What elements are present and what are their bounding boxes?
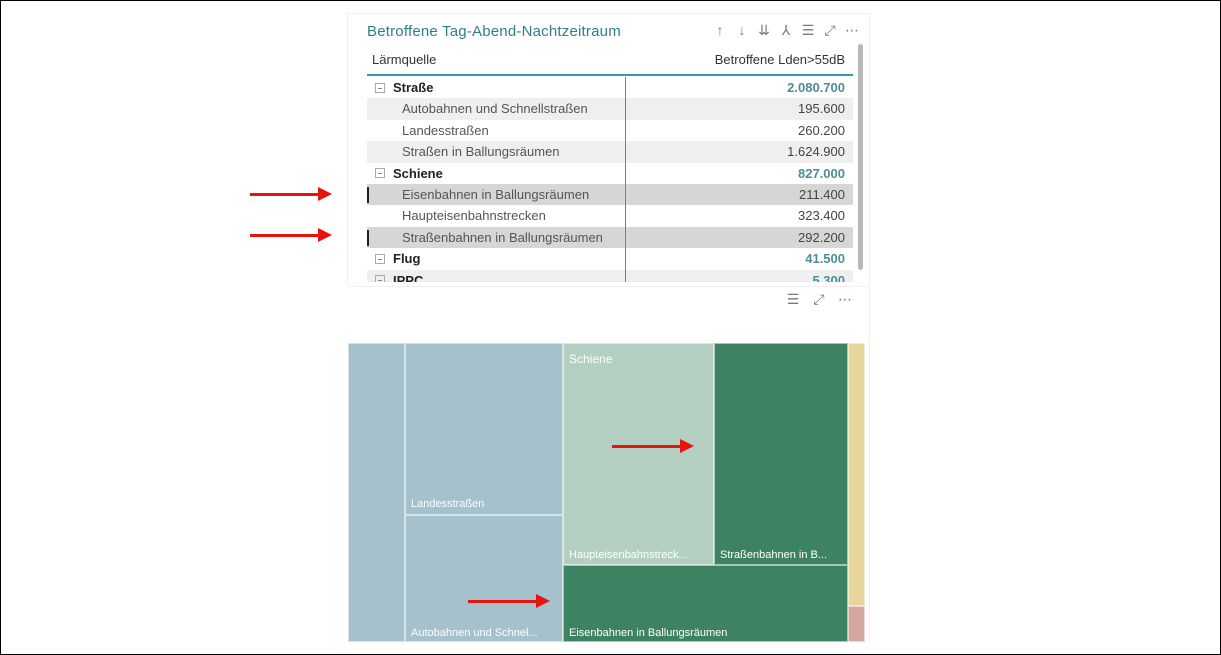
tile-label: Autobahnen und Schnel... (411, 627, 538, 639)
row-label: Schiene (393, 165, 443, 181)
more-options-icon[interactable]: ⋯ (832, 291, 858, 308)
tile-label: Straßenbahnen in B... (720, 549, 828, 561)
collapse-icon[interactable] (375, 82, 385, 93)
matrix-row-schiene[interactable]: Schiene 827.000 (367, 163, 853, 184)
matrix-row-flug[interactable]: Flug 41.500 (367, 248, 853, 269)
annotation-arrow (250, 228, 332, 242)
matrix-row-eisenbahnen-ballungsraeume[interactable]: Eisenbahnen in Ballungsräumen 211.400 (367, 183, 853, 206)
double-arrow-down-icon[interactable]: ⇊ (753, 22, 775, 39)
filter-icon[interactable]: ☰ (780, 291, 806, 308)
selection-indicator (367, 229, 369, 246)
treemap-visual[interactable]: Landesstraßen Autobahnen und Schnel... S… (348, 343, 869, 642)
row-label: IPPC (393, 272, 424, 282)
focus-mode-icon[interactable]: ⤢ (819, 22, 841, 39)
matrix-title: Betroffene Tag-Abend-Nachtzeitraum (367, 23, 621, 40)
treemap-tile-ippc[interactable] (848, 606, 865, 642)
row-value: 195.600 (798, 101, 845, 117)
column-divider[interactable] (625, 77, 626, 282)
row-value: 292.200 (798, 229, 845, 245)
row-label: Haupteisenbahnstrecken (402, 208, 546, 224)
treemap-tile-eisenbahnen[interactable]: Eisenbahnen in Ballungsräumen (563, 565, 848, 642)
annotation-arrow (612, 439, 694, 453)
expand-icon[interactable] (375, 253, 385, 264)
tile-label: Eisenbahnen in Ballungsräumen (569, 627, 728, 639)
matrix-body: Straße 2.080.700 Autobahnen und Schnells… (367, 77, 853, 282)
row-value: 323.400 (798, 208, 845, 224)
treemap-tile-landesstrassen[interactable]: Landesstraßen (405, 343, 563, 515)
tile-group-label-schiene: Schiene (569, 352, 613, 366)
selection-indicator (367, 186, 369, 203)
row-label: Autobahnen und Schnellstraßen (402, 101, 588, 117)
column-header-laermquelle[interactable]: Lärmquelle (372, 52, 436, 67)
more-options-icon[interactable]: ⋯ (841, 22, 863, 39)
treemap-tile-autobahnen[interactable]: Autobahnen und Schnel... (405, 515, 563, 642)
row-label: Eisenbahnen in Ballungsräumen (402, 186, 590, 202)
annotation-arrow (250, 187, 332, 201)
treemap-tile-haupteisenbahnstrecken[interactable]: Schiene Haupteisenbahnstreck... (563, 343, 714, 565)
focus-mode-icon[interactable]: ⤢ (806, 291, 832, 308)
treemap-toolbar: ☰ ⤢ ⋯ (780, 291, 858, 308)
visual-border (349, 286, 870, 287)
expand-icon[interactable] (375, 275, 385, 282)
visual-border (869, 287, 870, 643)
matrix-visual[interactable]: Betroffene Tag-Abend-Nachtzeitraum ↑ ↓ ⇊… (348, 14, 869, 286)
row-value: 827.000 (798, 165, 845, 181)
row-label: Straßen in Ballungsräumen (402, 144, 560, 160)
row-value: 1.624.900 (787, 144, 845, 160)
row-label: Straßenbahnen in Ballungsräumen (402, 229, 603, 245)
filter-icon[interactable]: ☰ (797, 22, 819, 39)
matrix-row-ippc[interactable]: IPPC 5.300 (367, 269, 853, 282)
matrix-row-strasse[interactable]: Straße 2.080.700 (367, 77, 853, 98)
collapse-icon[interactable] (375, 168, 385, 179)
row-value: 5.300 (812, 272, 845, 282)
matrix-header: Lärmquelle Betroffene Lden>55dB (367, 46, 853, 76)
row-label: Flug (393, 251, 421, 267)
expand-hierarchy-icon[interactable]: ⅄ (775, 22, 797, 39)
vertical-scrollbar[interactable] (858, 44, 863, 270)
matrix-row-haupteisenbahnstrecken[interactable]: Haupteisenbahnstrecken 323.400 (367, 205, 853, 226)
arrow-up-icon[interactable]: ↑ (709, 22, 731, 39)
column-header-betroffene[interactable]: Betroffene Lden>55dB (715, 52, 845, 67)
treemap-tile-strassen-ballungsraeume[interactable] (348, 343, 405, 642)
row-label: Straße (393, 80, 434, 95)
row-value: 41.500 (805, 251, 845, 267)
tile-label: Haupteisenbahnstreck... (569, 549, 688, 561)
row-value: 260.200 (798, 122, 845, 138)
arrow-down-icon[interactable]: ↓ (731, 22, 753, 39)
matrix-row-landesstrassen[interactable]: Landesstraßen 260.200 (367, 120, 853, 141)
tile-label: Landesstraßen (411, 498, 485, 510)
annotation-arrow (468, 594, 550, 608)
matrix-row-strassenbahnen-ballungsraeume[interactable]: Straßenbahnen in Ballungsräumen 292.200 (367, 226, 853, 249)
treemap-tile-strassenbahnen[interactable]: Straßenbahnen in B... (714, 343, 848, 565)
row-value: 2.080.700 (787, 80, 845, 95)
matrix-row-strassen-ballungsraeume[interactable]: Straßen in Ballungsräumen 1.624.900 (367, 141, 853, 163)
treemap-tile-flug[interactable] (848, 343, 865, 606)
row-label: Landesstraßen (402, 122, 489, 138)
matrix-toolbar: ↑ ↓ ⇊ ⅄ ☰ ⤢ ⋯ (709, 22, 863, 39)
matrix-row-autobahnen[interactable]: Autobahnen und Schnellstraßen 195.600 (367, 98, 853, 120)
row-value: 211.400 (798, 186, 845, 202)
